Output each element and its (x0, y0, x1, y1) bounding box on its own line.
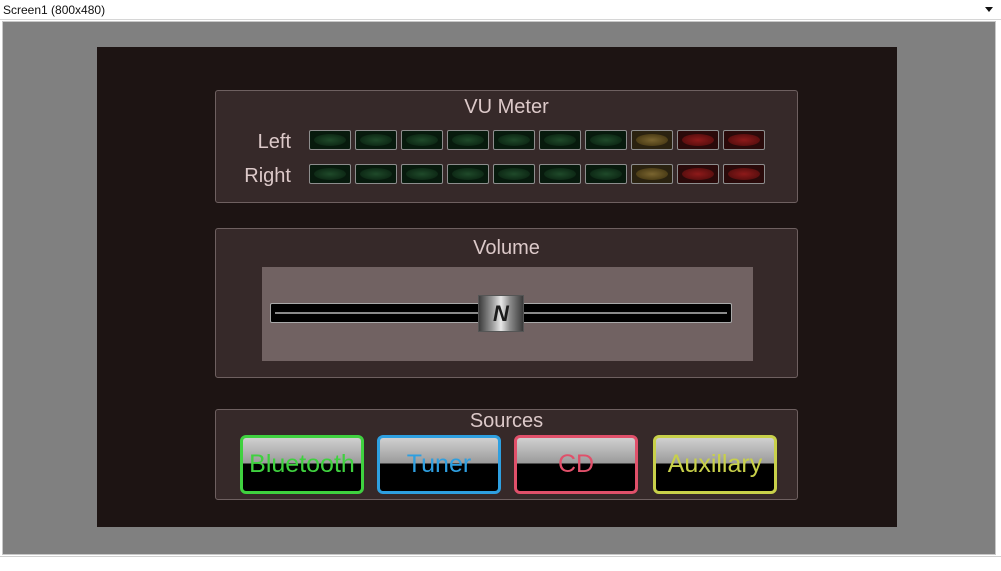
vu-segment (539, 130, 581, 150)
vu-right-bar (309, 164, 769, 186)
vu-segment (309, 164, 351, 184)
vu-left-label: Left (257, 131, 291, 153)
window-title: Screen1 (800x480) (3, 3, 106, 17)
vu-segment (355, 130, 397, 150)
vu-meter-panel: VU Meter Left Right (215, 90, 798, 203)
vu-segment (631, 164, 673, 184)
vu-segment (723, 164, 765, 184)
vu-segment (493, 130, 535, 150)
vu-segment (447, 130, 489, 150)
vu-segment (677, 164, 719, 184)
tuner-button[interactable]: Tuner (377, 435, 501, 494)
volume-slider-thumb[interactable]: N (478, 295, 524, 332)
hmi-screen: VU Meter Left Right Volume N Sources Blu… (97, 47, 897, 527)
vu-segment (539, 164, 581, 184)
vu-segment (585, 130, 627, 150)
slider-grip-icon: N (493, 300, 509, 326)
vu-segment (585, 164, 627, 184)
status-strip (0, 556, 1001, 571)
vu-segment (631, 130, 673, 150)
sources-panel: Sources Bluetooth Tuner CD Auxillary (215, 409, 798, 500)
vu-segment (493, 164, 535, 184)
sources-title: Sources (469, 410, 544, 432)
window-titlebar: Screen1 (800x480) (0, 0, 1001, 20)
volume-panel: Volume N (215, 228, 798, 378)
vu-segment (355, 164, 397, 184)
bluetooth-button[interactable]: Bluetooth (240, 435, 364, 494)
vu-meter-title: VU Meter (464, 96, 549, 118)
vu-segment (723, 130, 765, 150)
vu-left-bar (309, 130, 769, 152)
volume-title: Volume (473, 237, 540, 259)
vu-segment (447, 164, 489, 184)
volume-slider-area: N (262, 267, 753, 361)
vu-segment (309, 130, 351, 150)
vu-right-label: Right (244, 165, 291, 187)
vu-segment (677, 130, 719, 150)
chevron-down-icon[interactable] (985, 7, 993, 12)
vu-segment (401, 164, 443, 184)
cd-button[interactable]: CD (514, 435, 638, 494)
vu-segment (401, 130, 443, 150)
auxillary-button[interactable]: Auxillary (653, 435, 777, 494)
